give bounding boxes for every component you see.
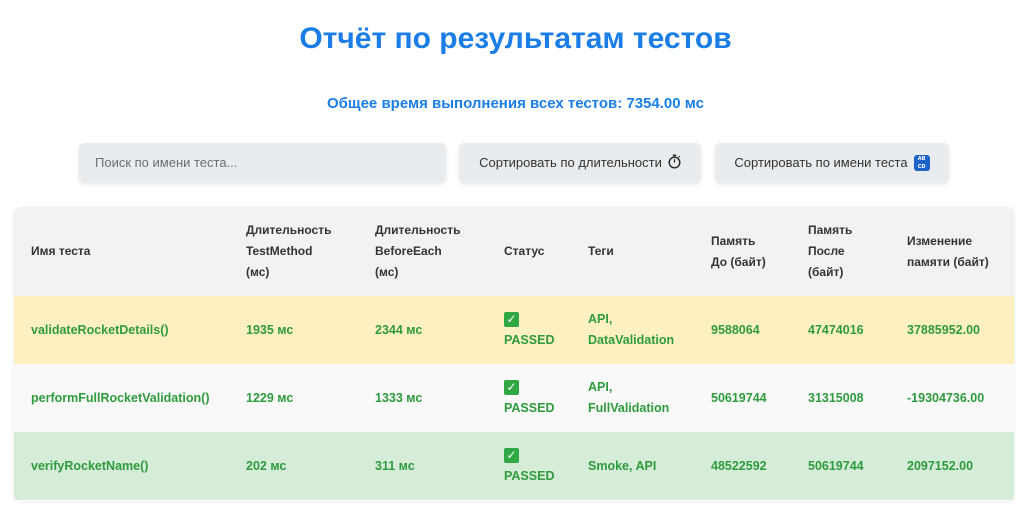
duration-beforeeach-cell: 1333 мс — [375, 390, 423, 405]
tags-cell: Smoke, API — [588, 458, 657, 473]
memory-before-cell: 9588064 — [711, 322, 760, 337]
table-row: verifyRocketName() 202 мс 311 мс ✓ PASSE… — [14, 432, 1014, 500]
tags-cell: API, DataValidation — [588, 312, 675, 347]
header-status[interactable]: Статус — [487, 207, 571, 296]
abcd-icon-top: AB — [917, 155, 926, 162]
status-text: PASSED — [504, 401, 555, 415]
status-text: PASSED — [504, 469, 555, 483]
duration-beforeeach-cell: 311 мс — [375, 458, 415, 473]
sort-by-name-button[interactable]: Сортировать по имени теста AB CD — [715, 143, 949, 182]
table-row: validateRocketDetails() 1935 мс 2344 мс … — [14, 296, 1014, 364]
check-icon: ✓ — [504, 312, 519, 327]
memory-after-cell: 50619744 — [808, 458, 864, 473]
memory-before-cell: 48522592 — [711, 458, 767, 473]
test-name-cell: verifyRocketName() — [31, 458, 149, 473]
sort-by-duration-button[interactable]: Сортировать по длительности — [459, 143, 701, 182]
abcd-icon-bottom: CD — [917, 163, 926, 170]
status-cell: ✓ PASSED — [487, 432, 571, 500]
memory-before-cell: 50619744 — [711, 390, 767, 405]
results-table: Имя теста Длительность TestMethod (мс) Д… — [14, 207, 1014, 500]
sort-by-duration-label: Сортировать по длительности — [479, 155, 662, 170]
results-table-container: Имя теста Длительность TestMethod (мс) Д… — [14, 207, 1014, 501]
header-memory-change[interactable]: Изменение памяти (байт) — [890, 207, 1014, 296]
table-row: performFullRocketValidation() 1229 мс 13… — [14, 364, 1014, 432]
header-duration-testmethod[interactable]: Длительность TestMethod (мс) — [229, 207, 358, 296]
header-tags[interactable]: Теги — [571, 207, 694, 296]
stopwatch-icon — [668, 154, 681, 172]
check-icon: ✓ — [504, 448, 519, 463]
test-name-cell: performFullRocketValidation() — [31, 390, 210, 405]
table-header-row: Имя теста Длительность TestMethod (мс) Д… — [14, 207, 1014, 296]
memory-change-cell: 37885952.00 — [907, 322, 980, 337]
memory-change-cell: 2097152.00 — [907, 458, 974, 473]
duration-testmethod-cell: 1935 мс — [246, 322, 294, 337]
test-name-cell: validateRocketDetails() — [31, 322, 169, 337]
page-title: Отчёт по результатам тестов — [299, 22, 732, 55]
duration-beforeeach-cell: 2344 мс — [375, 322, 423, 337]
search-input[interactable] — [79, 143, 446, 182]
memory-after-cell: 47474016 — [808, 322, 864, 337]
duration-testmethod-cell: 1229 мс — [246, 390, 294, 405]
header-memory-before[interactable]: Память До (байт) — [694, 207, 791, 296]
memory-change-cell: -19304736.00 — [907, 390, 985, 405]
abcd-icon: AB CD — [913, 154, 930, 171]
header-memory-after[interactable]: Память После (байт) — [791, 207, 890, 296]
header-duration-beforeeach[interactable]: Длительность BeforeEach (мс) — [358, 207, 487, 296]
status-cell: ✓ PASSED — [487, 296, 571, 364]
header-name[interactable]: Имя теста — [14, 207, 229, 296]
memory-after-cell: 31315008 — [808, 390, 864, 405]
sort-by-name-label: Сортировать по имени теста — [734, 155, 908, 170]
check-icon: ✓ — [504, 380, 519, 395]
total-execution-time: Общее время выполнения всех тестов: 7354… — [327, 95, 704, 112]
tags-cell: API, FullValidation — [588, 380, 670, 415]
status-cell: ✓ PASSED — [487, 364, 571, 432]
duration-testmethod-cell: 202 мс — [246, 458, 287, 473]
status-text: PASSED — [504, 333, 555, 347]
